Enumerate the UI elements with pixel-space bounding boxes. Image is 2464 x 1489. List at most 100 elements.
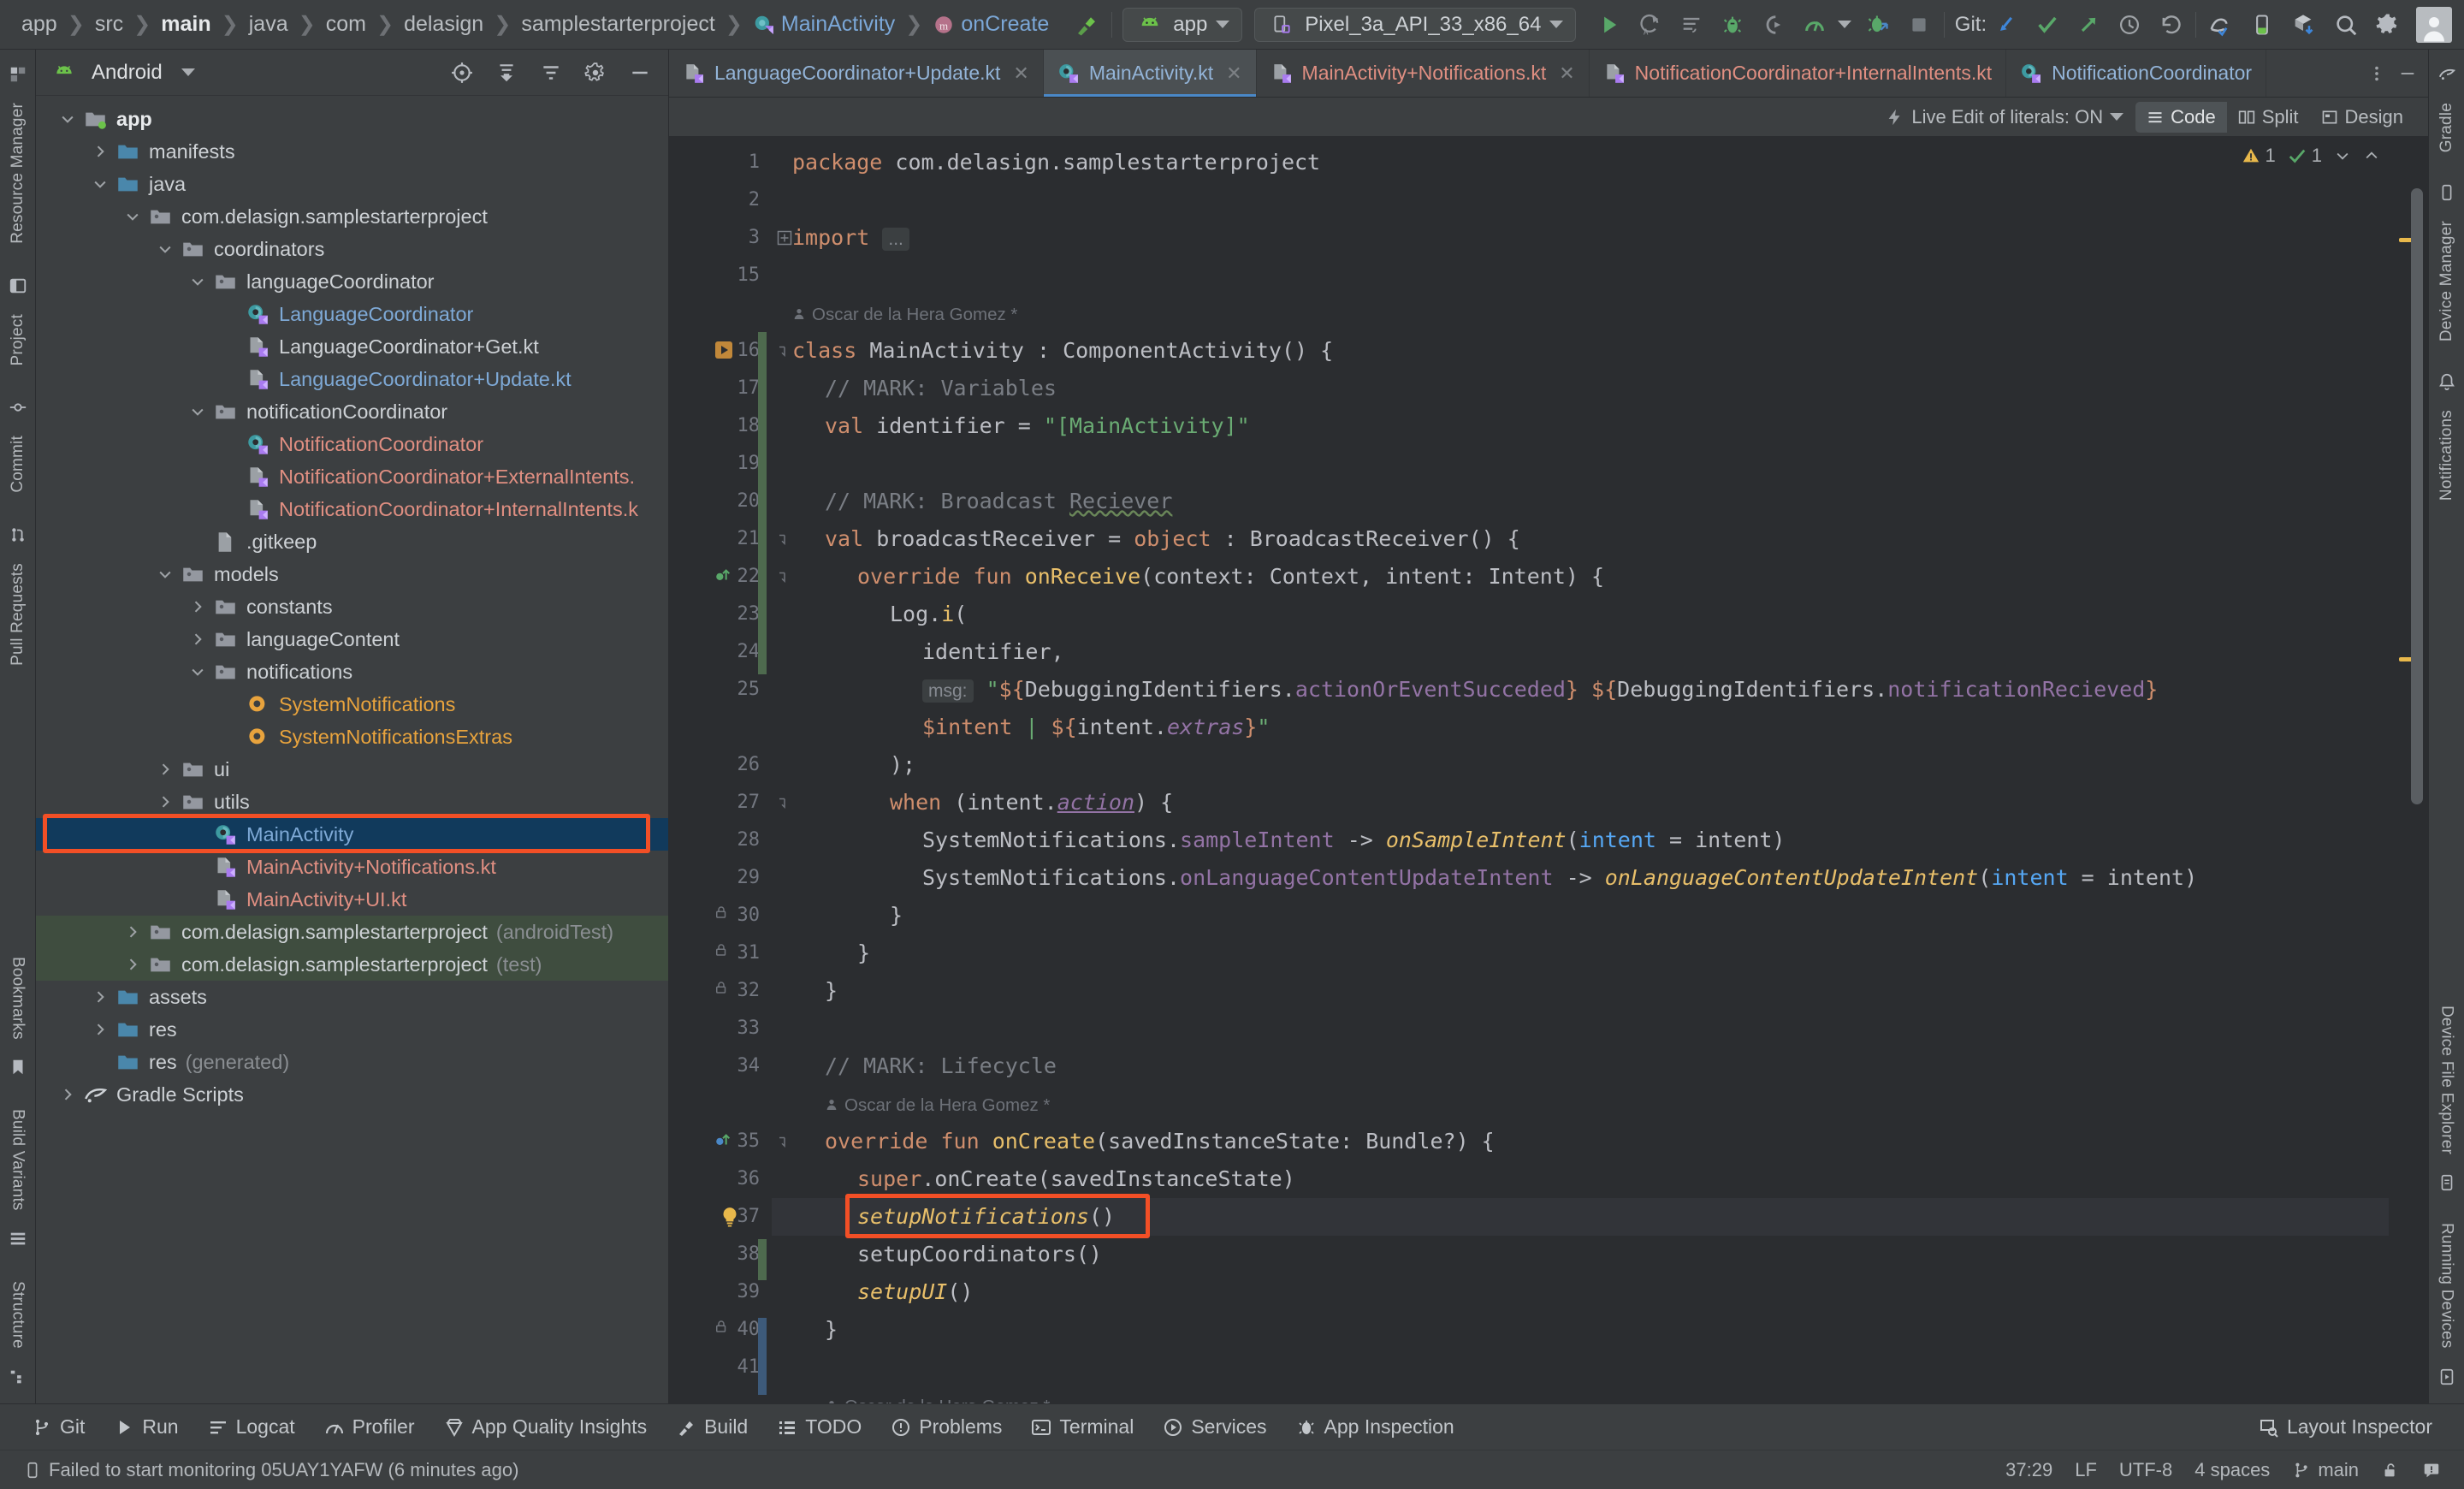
stripe-item-gradle[interactable]: Gradle: [2437, 56, 2456, 163]
code-line[interactable]: Oscar de la Hera Gomez *: [772, 294, 2389, 332]
tree-item[interactable]: SystemNotifications: [36, 688, 668, 721]
code-line[interactable]: [772, 1010, 2389, 1047]
device-selector[interactable]: Pixel_3a_API_33_x86_64: [1254, 7, 1577, 42]
line-number[interactable]: 21: [669, 520, 785, 558]
stripe-item-commit[interactable]: Commit: [9, 389, 27, 503]
line-number[interactable]: 39: [669, 1273, 772, 1311]
status-message[interactable]: Failed to start monitoring 05UAY1YAFW (6…: [12, 1459, 530, 1481]
editor-tab[interactable]: MainActivity.kt ✕: [1043, 50, 1257, 97]
chevron-down-icon[interactable]: [152, 566, 178, 583]
tree-item[interactable]: res: [36, 1013, 668, 1046]
profiler-icon[interactable]: [1800, 10, 1829, 39]
indent-setting[interactable]: 4 spaces: [2183, 1459, 2281, 1481]
chevron-down-icon[interactable]: [185, 273, 210, 290]
tab-list-icon[interactable]: [2361, 64, 2392, 83]
chevron-right-icon[interactable]: [87, 143, 113, 160]
chevron-down-icon[interactable]: [185, 403, 210, 420]
editor-tab[interactable]: NotificationCoordinator+InternalIntents.…: [1590, 50, 2007, 97]
tree-item[interactable]: NotificationCoordinator+ExternalIntents.: [36, 460, 668, 493]
line-number[interactable]: 28: [669, 822, 772, 859]
run-icon[interactable]: [1595, 10, 1624, 39]
code-line[interactable]: override fun onCreate(savedInstanceState…: [772, 1123, 2389, 1160]
breadcrumb-item-oncreate[interactable]: m onCreate: [923, 12, 1058, 37]
code-line[interactable]: [772, 445, 2389, 483]
code-line[interactable]: override fun onReceive(context: Context,…: [772, 558, 2389, 596]
code-line[interactable]: }: [772, 934, 2389, 972]
override-run-icon[interactable]: [714, 1130, 732, 1149]
code-line[interactable]: class MainActivity : ComponentActivity()…: [772, 332, 2389, 370]
stripe-item-device-manager[interactable]: Device Manager: [2437, 175, 2456, 352]
line-number[interactable]: 35: [669, 1123, 785, 1160]
tree-item[interactable]: notificationCoordinator: [36, 395, 668, 428]
line-number[interactable]: 40: [669, 1311, 772, 1349]
bottom-tool-todo[interactable]: TODO: [762, 1415, 876, 1439]
caret-position[interactable]: 37:29: [1994, 1459, 2064, 1481]
bottom-tool-run[interactable]: Run: [99, 1415, 192, 1439]
push-icon[interactable]: [2074, 10, 2103, 39]
code-line[interactable]: }: [772, 897, 2389, 934]
breadcrumb-item-app[interactable]: app: [12, 12, 67, 37]
stripe-item-resource-manager[interactable]: Resource Manager: [9, 56, 27, 254]
code-line[interactable]: import ...: [772, 219, 2389, 257]
update-project-icon[interactable]: [1992, 10, 2021, 39]
code-line[interactable]: // MARK: Lifecycle: [772, 1047, 2389, 1085]
line-number[interactable]: 41: [669, 1349, 772, 1386]
chevron-down-icon[interactable]: [55, 110, 80, 128]
line-number[interactable]: 3: [669, 219, 792, 257]
stripe-item-project[interactable]: Project: [9, 268, 27, 377]
chevron-right-icon[interactable]: [152, 761, 178, 778]
tree-item[interactable]: .gitkeep: [36, 525, 668, 558]
line-number[interactable]: 33: [669, 1010, 772, 1047]
apply-changes-icon[interactable]: [1863, 10, 1892, 39]
code-line[interactable]: [772, 1349, 2389, 1386]
close-icon[interactable]: ✕: [1013, 62, 1028, 85]
tree-item[interactable]: languageContent: [36, 623, 668, 656]
stripe-item-structure[interactable]: Structure: [9, 1271, 27, 1395]
code-line[interactable]: setupNotifications(): [772, 1198, 2389, 1236]
stripe-item-bookmarks[interactable]: Bookmarks: [9, 946, 27, 1086]
event-log-icon[interactable]: [2411, 1461, 2452, 1480]
chevron-right-icon[interactable]: [120, 956, 145, 973]
code-line[interactable]: identifier,: [772, 633, 2389, 671]
tree-item[interactable]: com.delasign.samplestarterproject: [36, 200, 668, 233]
line-number[interactable]: 37: [669, 1198, 772, 1236]
bottom-tool-layout-inspector[interactable]: Layout Inspector: [2244, 1415, 2447, 1439]
tree-item[interactable]: utils: [36, 786, 668, 818]
project-tree[interactable]: app manifests java com.delasign.samplestart…: [36, 96, 668, 1403]
tree-item[interactable]: Gradle Scripts: [36, 1078, 668, 1111]
chevron-down-icon[interactable]: [152, 240, 178, 258]
editor-tab[interactable]: MainActivity+Notifications.kt ✕: [1257, 50, 1590, 97]
code-line[interactable]: val identifier = "[MainActivity]": [772, 407, 2389, 445]
line-number[interactable]: 38: [669, 1236, 772, 1273]
tree-item[interactable]: com.delasign.samplestarterproject (androi…: [36, 916, 668, 948]
line-number[interactable]: 20: [669, 483, 772, 520]
code-line[interactable]: // MARK: Variables: [772, 370, 2389, 407]
line-number[interactable]: [669, 709, 772, 746]
code-line[interactable]: SystemNotifications.onLanguageContentUpd…: [772, 859, 2389, 897]
git-branch[interactable]: main: [2281, 1459, 2370, 1481]
line-number[interactable]: 22: [669, 558, 785, 596]
chevron-down-icon[interactable]: [120, 208, 145, 225]
lock-icon[interactable]: [714, 1319, 729, 1334]
editor-scrollbar[interactable]: [2389, 137, 2428, 1403]
code-line[interactable]: SystemNotifications.sampleIntent -> onSa…: [772, 822, 2389, 859]
editor-tab[interactable]: NotificationCoordinator: [2006, 50, 2267, 97]
line-number[interactable]: [669, 1085, 772, 1123]
tree-item[interactable]: NotificationCoordinator+InternalIntents.…: [36, 493, 668, 525]
chevron-right-icon[interactable]: [87, 988, 113, 1006]
tree-item[interactable]: models: [36, 558, 668, 590]
close-icon[interactable]: ✕: [1226, 62, 1241, 85]
chevron-down-icon[interactable]: [1837, 21, 1851, 28]
line-number[interactable]: 15: [669, 257, 772, 294]
bottom-tool-profiler[interactable]: Profiler: [310, 1415, 429, 1439]
line-number[interactable]: 36: [669, 1160, 772, 1198]
chevron-down-icon[interactable]: [185, 663, 210, 680]
tree-item[interactable]: java: [36, 168, 668, 200]
chevron-right-icon[interactable]: [185, 598, 210, 615]
select-opened-file-icon[interactable]: [447, 58, 477, 87]
code-line[interactable]: );: [772, 746, 2389, 784]
bottom-tool-terminal[interactable]: Terminal: [1016, 1415, 1148, 1439]
tree-item[interactable]: constants: [36, 590, 668, 623]
line-number[interactable]: 17: [669, 370, 772, 407]
tree-item[interactable]: MainActivity+Notifications.kt: [36, 851, 668, 883]
